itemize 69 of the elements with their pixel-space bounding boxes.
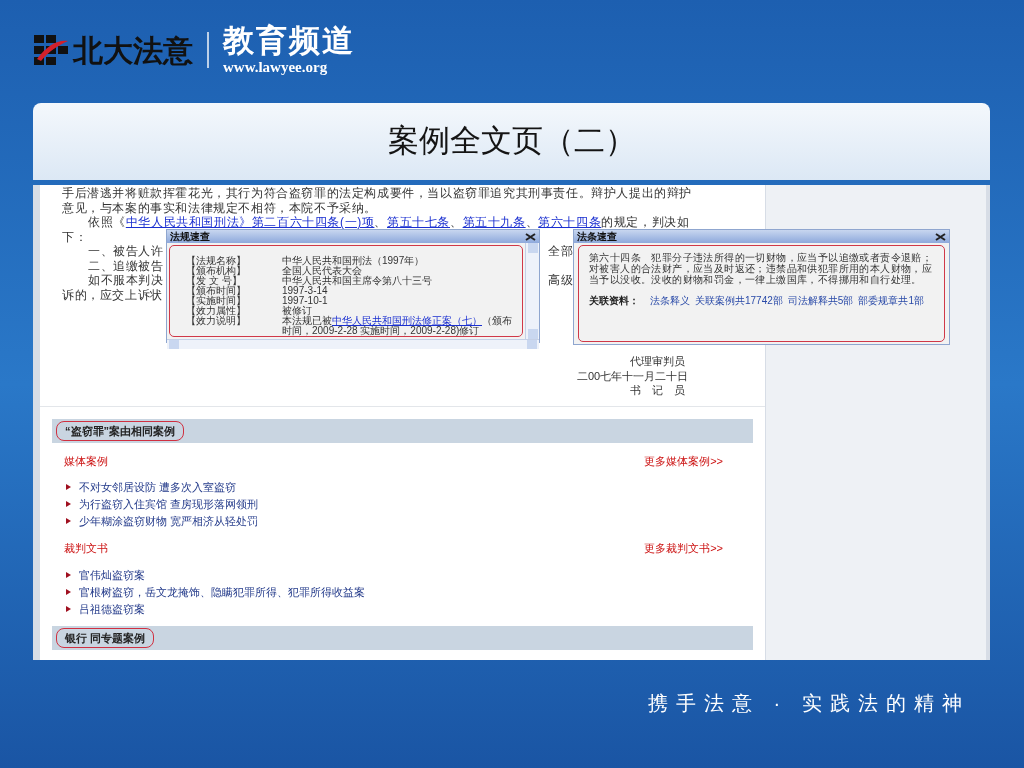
- section-title: 银行 同专题案例: [56, 627, 155, 648]
- text-line: 如不服本判决: [88, 273, 164, 287]
- channel-name: 教育频道: [223, 25, 355, 56]
- text-line: 下：: [62, 229, 88, 244]
- signature-line: 代理审判员: [630, 354, 685, 369]
- bullet-icon: [66, 588, 71, 595]
- text-link[interactable]: 中华人民共和国刑法修正案（七）: [332, 315, 482, 326]
- text-line: 意见，与本案的事实和法律规定不相符，本院不予采纳。: [62, 200, 377, 215]
- field-value: 中华人民共和国刑法（1997年）: [282, 256, 426, 266]
- text-line: 依照《中华人民共和国刑法》第二百六十四条(一)项、第五十七条、第五十九条、第六十四条的规定，判决如: [88, 215, 690, 229]
- brand-name: 北大法意: [73, 32, 193, 69]
- bullet-icon: [66, 605, 71, 612]
- field-label: 【效力说明】: [186, 316, 247, 328]
- bullet-icon: [66, 484, 71, 490]
- group-heading: 裁判文书: [64, 541, 108, 556]
- case-link[interactable]: 官根树盗窃，岳文龙掩饰、隐瞒犯罪所得、犯罪所得收益案: [79, 584, 365, 599]
- case-link[interactable]: 吕祖德盗窃案: [79, 601, 145, 616]
- popup-title: 法条速查: [577, 230, 617, 243]
- related-link[interactable]: 司法解释共5部: [787, 295, 854, 307]
- related-link[interactable]: 部委规章共1部: [858, 295, 924, 307]
- signature-line: 二00七年十一月二十日: [577, 368, 689, 383]
- field-label: 【颁布时间】: [186, 286, 247, 296]
- bullet-icon: [66, 501, 71, 507]
- slogan-text: 携手法意 · 实践法的精神: [648, 691, 970, 716]
- related-label: 关联资料：: [589, 295, 639, 307]
- field-label: 【效力属性】: [186, 306, 247, 316]
- field-value: 中华人民共和国主席令第八十三号: [282, 276, 433, 286]
- case-link[interactable]: 不对女邻居设防 遭多次入室盗窃: [79, 480, 237, 494]
- horizontal-scrollbar[interactable]: [167, 339, 539, 349]
- article-text: 第六十四条 犯罪分子违法所得的一切财物，应当予以追缴或者责令退赔；对被害人的合法财产，应当及时返还；违禁品和供犯罪所用的本人财物，应当予以没收。没收的财物和罚金，一律上缴国库，不得挪用和自行处理。: [589, 252, 934, 285]
- bullet-icon: [66, 571, 71, 578]
- field-value: 被修订: [282, 306, 312, 316]
- related-link[interactable]: 关联案例共17742部: [695, 295, 783, 307]
- bullet-icon: [66, 518, 71, 524]
- signature-line: 书 记 员: [630, 383, 685, 398]
- text-line: 一、被告人许: [88, 244, 164, 258]
- text-link[interactable]: 第二百六十四条(一)项: [251, 215, 375, 229]
- field-value: 1997-3-14: [282, 286, 328, 296]
- field-value: 1997-10-1: [282, 296, 329, 306]
- related-link[interactable]: 法条释义: [650, 295, 690, 307]
- text-line: 二、追缴被告: [88, 258, 164, 273]
- text-line: 手后潜逃并将赃款挥霍花光，其行为符合盗窃罪的法定构成要件，当以盗窃罪追究其刑事责任。辩护人提出的辩护: [62, 186, 692, 200]
- case-link[interactable]: 为行盗窃入住宾馆 查房现形落网领刑: [79, 497, 259, 511]
- more-link[interactable]: 更多媒体案例>>: [644, 452, 723, 469]
- text-link[interactable]: 第六十四条: [538, 215, 602, 229]
- popup-title: 法规速查: [170, 230, 210, 243]
- text-fragment: 高级: [548, 273, 574, 288]
- logo-icon: [33, 33, 69, 67]
- field-label: 【实施时间】: [186, 296, 247, 306]
- more-link[interactable]: 更多裁判文书>>: [644, 540, 723, 557]
- field-label: 【法规名称】: [186, 256, 247, 266]
- field-label: 【发 文 号】: [186, 276, 243, 286]
- slide-title: 案例全文页（二）: [387, 122, 636, 161]
- section-title: “盗窃罪”案由相同案例: [56, 420, 184, 441]
- group-heading: 媒体案例: [64, 453, 108, 469]
- case-link[interactable]: 官伟灿盗窃案: [79, 567, 145, 582]
- field-value: 本法规已被中华人民共和国刑法修正案（七）（颁布时间，2009-2-28 实施时间，2009-2-28)修订: [282, 316, 512, 336]
- close-icon[interactable]: [935, 232, 946, 241]
- text-link[interactable]: 第五十七条: [387, 215, 450, 229]
- text-link[interactable]: 第五十九条: [462, 215, 526, 229]
- text-line: 诉的，应交上诉状: [62, 287, 163, 302]
- case-link[interactable]: 少年糊涂盗窃财物 宽严相济从轻处罚: [79, 514, 259, 528]
- text-link[interactable]: 中华人民共和国刑法》: [125, 215, 252, 229]
- text-fragment: 全部: [548, 244, 574, 259]
- vertical-scrollbar[interactable]: [525, 243, 539, 339]
- field-label: 【颁布机构】: [186, 266, 247, 276]
- close-icon[interactable]: [525, 232, 536, 241]
- field-value: 全国人民代表大会: [282, 266, 362, 276]
- website-url: www.lawyee.org: [223, 60, 329, 75]
